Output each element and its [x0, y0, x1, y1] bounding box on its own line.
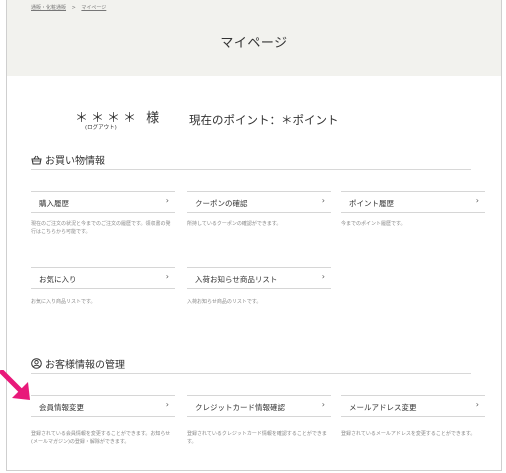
points-display: 現在のポイント：＊ポイント [189, 113, 339, 127]
shopping-section-heading: お買い物情報 [31, 152, 105, 167]
chevron-right-icon: › [475, 196, 479, 205]
breadcrumb-current[interactable]: マイページ [81, 5, 106, 11]
chevron-right-icon: › [165, 272, 169, 281]
chevron-right-icon: › [475, 400, 479, 409]
card-purchase-history[interactable]: 購入履歴 › [31, 191, 175, 213]
card-description: お気に入り商品リストです。 [31, 299, 96, 305]
chevron-right-icon: › [165, 196, 169, 205]
account-heading-label: お客様情報の管理 [45, 360, 125, 371]
card-label: 会員情報変更 [39, 403, 84, 412]
card-label: ポイント履歴 [349, 199, 394, 208]
section-divider [31, 169, 471, 170]
card-label: お気に入り [39, 275, 77, 284]
card-description: 現在のご注文の状況と今までのご注文の履歴です。領収書の発行はこちらから可能です。 [31, 221, 171, 235]
card-credit-card-check[interactable]: クレジットカード情報確認 › [187, 395, 331, 417]
page-header: 通販・化粧通販 > マイページ マイページ [7, 0, 501, 76]
chevron-right-icon: › [321, 196, 325, 205]
card-description: 入荷お知らせ商品のリストです。 [187, 299, 262, 305]
user-circle-icon [31, 358, 42, 369]
account-section-heading: お客様情報の管理 [31, 356, 125, 371]
card-description: 登録されているメールアドレスを変更することができます。 [341, 431, 476, 437]
card-description: 今までのポイント履歴です。 [341, 221, 406, 227]
page-title: マイページ [220, 36, 288, 51]
card-label: 入荷お知らせ商品リスト [195, 275, 278, 284]
chevron-right-icon: › [321, 272, 325, 281]
pink-arrow-icon [0, 370, 30, 400]
shopping-heading-label: お買い物情報 [45, 156, 105, 167]
breadcrumb-separator: > [71, 5, 76, 11]
card-label: 購入履歴 [39, 199, 69, 208]
logout-link[interactable]: (ログアウト) [85, 123, 117, 131]
card-member-info-change[interactable]: 会員情報変更 › [31, 395, 175, 417]
card-description: 所持しているクーポンの確認ができます。 [187, 221, 282, 227]
card-label: メールアドレス変更 [349, 403, 417, 412]
card-coupon-check[interactable]: クーポンの確認 › [187, 191, 331, 213]
chevron-right-icon: › [165, 400, 169, 409]
card-label: クーポンの確認 [195, 199, 248, 208]
card-description: 登録されている会員情報を変更することができます。お知らせ(メールマガジン)の登録… [31, 431, 171, 445]
section-divider [31, 373, 471, 374]
card-label: クレジットカード情報確認 [195, 403, 285, 412]
basket-icon [31, 155, 42, 164]
page-frame: 通販・化粧通販 > マイページ マイページ ＊＊＊＊ 様 (ログアウト) 現在の… [6, 0, 502, 471]
chevron-right-icon: › [321, 400, 325, 409]
card-description: 登録されているクレジットカード情報を確認することができます。 [187, 431, 327, 445]
card-email-change[interactable]: メールアドレス変更 › [341, 395, 485, 417]
breadcrumb: 通販・化粧通販 > マイページ [31, 4, 110, 11]
card-point-history[interactable]: ポイント履歴 › [341, 191, 485, 213]
card-favorites[interactable]: お気に入り › [31, 267, 175, 289]
breadcrumb-home[interactable]: 通販・化粧通販 [31, 5, 66, 11]
card-restock-notice[interactable]: 入荷お知らせ商品リスト › [187, 267, 331, 289]
